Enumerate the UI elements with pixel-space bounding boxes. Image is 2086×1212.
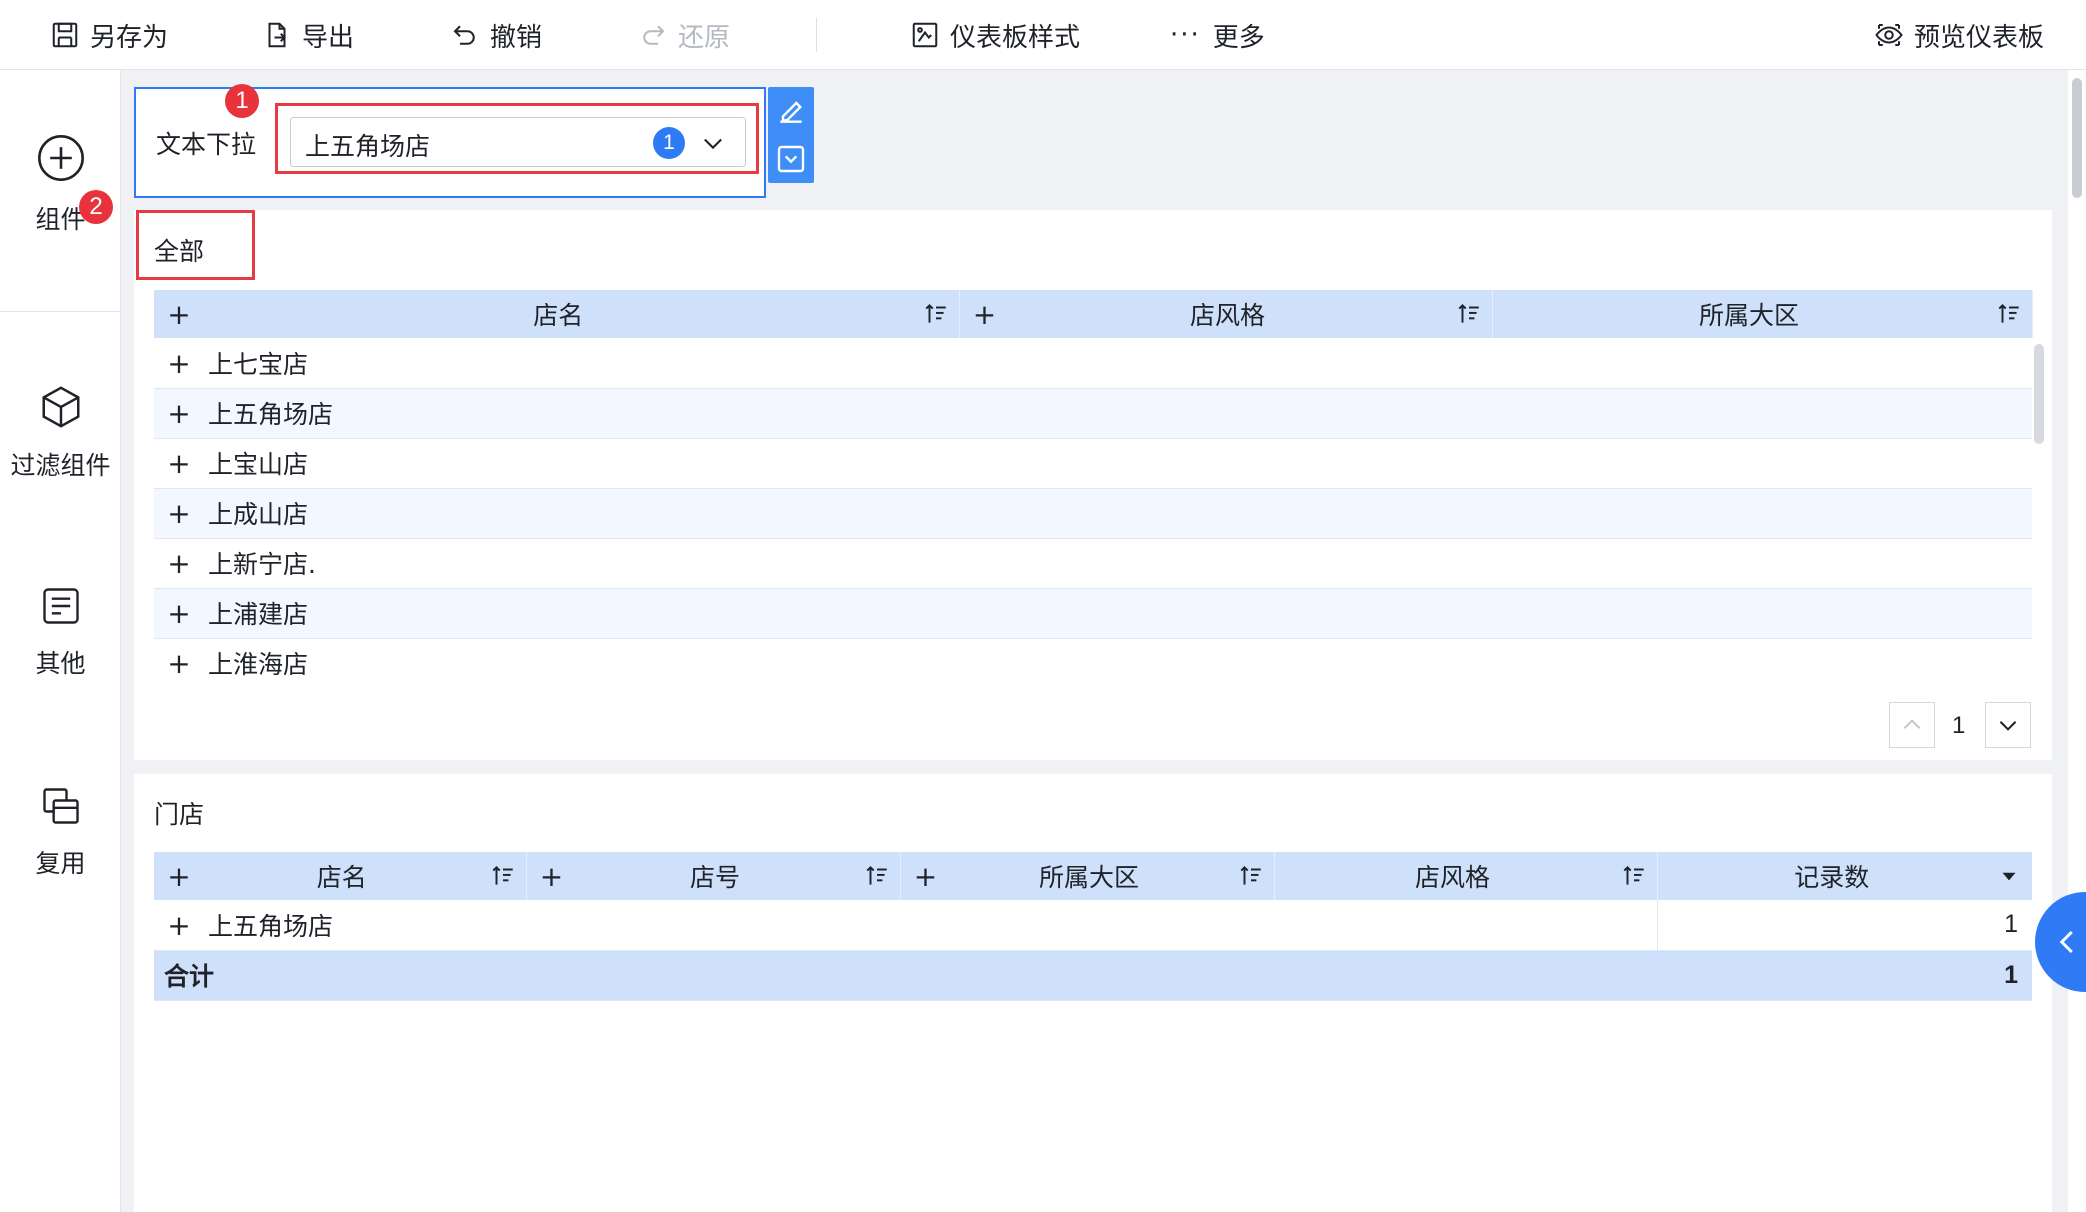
chevron-left-icon: [2059, 930, 2073, 954]
sidebar-item-reuse[interactable]: 复用: [0, 784, 121, 880]
palette-icon: [912, 22, 938, 48]
expand-plus-icon[interactable]: +: [164, 860, 194, 893]
redo-icon: [643, 25, 665, 45]
sort-icon[interactable]: [1621, 863, 1647, 889]
cube-icon: [42, 386, 79, 428]
dropdown-box-icon[interactable]: [775, 143, 807, 175]
sort-icon[interactable]: [1238, 863, 1264, 889]
save-as-label: 另存为: [90, 22, 169, 53]
expand-plus-icon[interactable]: +: [164, 347, 194, 380]
page-scrollbar[interactable]: [2068, 70, 2086, 1212]
undo-label: 撤销: [490, 22, 543, 53]
sort-icon[interactable]: [490, 863, 516, 889]
sidebar-label-components: 组件: [35, 205, 86, 234]
note-icon: [42, 588, 79, 624]
top-toolbar: 另存为 导出 撤销 还原 仪表板样式 ··· 更多 预览仪表板: [0, 0, 2086, 70]
table-row: + 上五角场店 1: [154, 900, 2032, 951]
expand-plus-icon[interactable]: +: [164, 397, 194, 430]
highlight-frame-select: [275, 103, 759, 174]
step-badge-2: 2: [79, 190, 113, 224]
preview-dashboard-button[interactable]: 预览仪表板: [1874, 0, 2044, 70]
more-button[interactable]: ··· 更多: [1170, 0, 1265, 70]
column-header-store-style: 店风格: [1274, 852, 1658, 900]
undo-icon: [453, 25, 475, 45]
highlight-frame-title: [136, 210, 255, 280]
column-header-region: 所属大区: [1492, 290, 2033, 338]
table-row: + 上淮海店: [154, 638, 2032, 688]
sidebar-item-others[interactable]: 其他: [0, 584, 121, 680]
save-as-button[interactable]: 另存为: [50, 0, 168, 70]
total-row: 合计 1: [154, 950, 2032, 1001]
chevron-down-icon: [1999, 721, 2017, 731]
sidebar-item-filter-components[interactable]: 过滤组件: [0, 384, 121, 482]
save-icon: [52, 22, 78, 48]
undo-button[interactable]: 撤销: [450, 0, 542, 70]
column-header-store-number: + 店号: [526, 852, 901, 900]
sidebar-label-filter-components: 过滤组件: [10, 451, 111, 480]
expand-plus-icon[interactable]: +: [164, 497, 194, 530]
sort-icon[interactable]: [923, 301, 949, 327]
redo-button[interactable]: 还原: [638, 0, 730, 70]
sort-icon[interactable]: [1996, 301, 2022, 327]
plus-circle-icon: [37, 135, 84, 181]
page-number: 1: [1952, 712, 1966, 739]
toolbar-divider: [816, 18, 817, 52]
table-row: + 上成山店: [154, 488, 2032, 539]
all-stores-table: + 店名 + 店风格 所属大区 + 上七宝店 + 上五角场店 + 上宝山店 + 上成山店 +…: [154, 290, 2033, 688]
edit-icon[interactable]: [775, 95, 807, 127]
expand-plus-icon[interactable]: +: [970, 298, 1000, 331]
total-label: 合计: [154, 950, 1657, 1001]
expand-plus-icon[interactable]: +: [911, 860, 941, 893]
expand-plus-icon[interactable]: +: [164, 597, 194, 630]
left-sidebar: 组件 2 过滤组件 其他 复用: [0, 70, 121, 1212]
export-button[interactable]: 导出: [262, 0, 354, 70]
record-count-cell: 1: [1657, 900, 2032, 951]
column-header-store-name: + 店名: [154, 290, 960, 338]
column-header-region: + 所属大区: [900, 852, 1275, 900]
column-header-store-name: + 店名: [154, 852, 527, 900]
table-row: + 上宝山店: [154, 438, 2032, 489]
expand-plus-icon[interactable]: +: [537, 860, 567, 893]
page-scrollbar-thumb[interactable]: [2072, 78, 2082, 198]
export-label: 导出: [302, 22, 355, 53]
expand-plus-icon[interactable]: +: [164, 447, 194, 480]
sort-icon[interactable]: [864, 863, 890, 889]
table-row: + 上七宝店: [154, 338, 2032, 389]
sort-desc-triangle-icon[interactable]: [1996, 863, 2022, 889]
widget-side-toolbar: [768, 87, 814, 183]
page-up-button[interactable]: [1889, 702, 1935, 748]
expand-plus-icon[interactable]: +: [164, 647, 194, 680]
dashboard-style-label: 仪表板样式: [950, 22, 1081, 53]
panel-title-store: 门店: [154, 800, 205, 829]
chevron-up-icon: [1903, 719, 1921, 729]
expand-plus-icon[interactable]: +: [164, 909, 194, 942]
sort-icon[interactable]: [1456, 301, 1482, 327]
step-badge-1: 1: [225, 84, 259, 118]
preview-label: 预览仪表板: [1914, 22, 2045, 53]
more-icon: ···: [1170, 20, 1201, 50]
expand-plus-icon[interactable]: +: [164, 547, 194, 580]
copy-icon: [42, 788, 79, 824]
table-scrollbar[interactable]: [2034, 344, 2044, 444]
expand-plus-icon[interactable]: +: [164, 298, 194, 331]
table-row: + 上五角场店: [154, 388, 2032, 439]
dashboard-style-button[interactable]: 仪表板样式: [910, 0, 1080, 70]
more-label: 更多: [1212, 22, 1265, 53]
sidebar-label-others: 其他: [35, 649, 86, 678]
filter-label: 文本下拉: [156, 130, 257, 159]
page-down-button[interactable]: [1985, 702, 2031, 748]
redo-label: 还原: [678, 22, 731, 53]
store-table: + 店名 + 店号 + 所属大区 店风格 记录数 + 上五角场店 1 合计 1: [154, 852, 2032, 1001]
table-row: + 上新宁店.: [154, 538, 2032, 589]
sidebar-separator: [0, 311, 121, 312]
eye-icon: [1875, 24, 1903, 46]
column-header-store-style: + 店风格: [959, 290, 1493, 338]
table-row: + 上浦建店: [154, 588, 2032, 639]
sidebar-label-reuse: 复用: [35, 849, 86, 878]
column-header-record-count: 记录数: [1657, 852, 2032, 900]
total-value: 1: [1657, 950, 2032, 1001]
export-icon: [268, 22, 286, 48]
